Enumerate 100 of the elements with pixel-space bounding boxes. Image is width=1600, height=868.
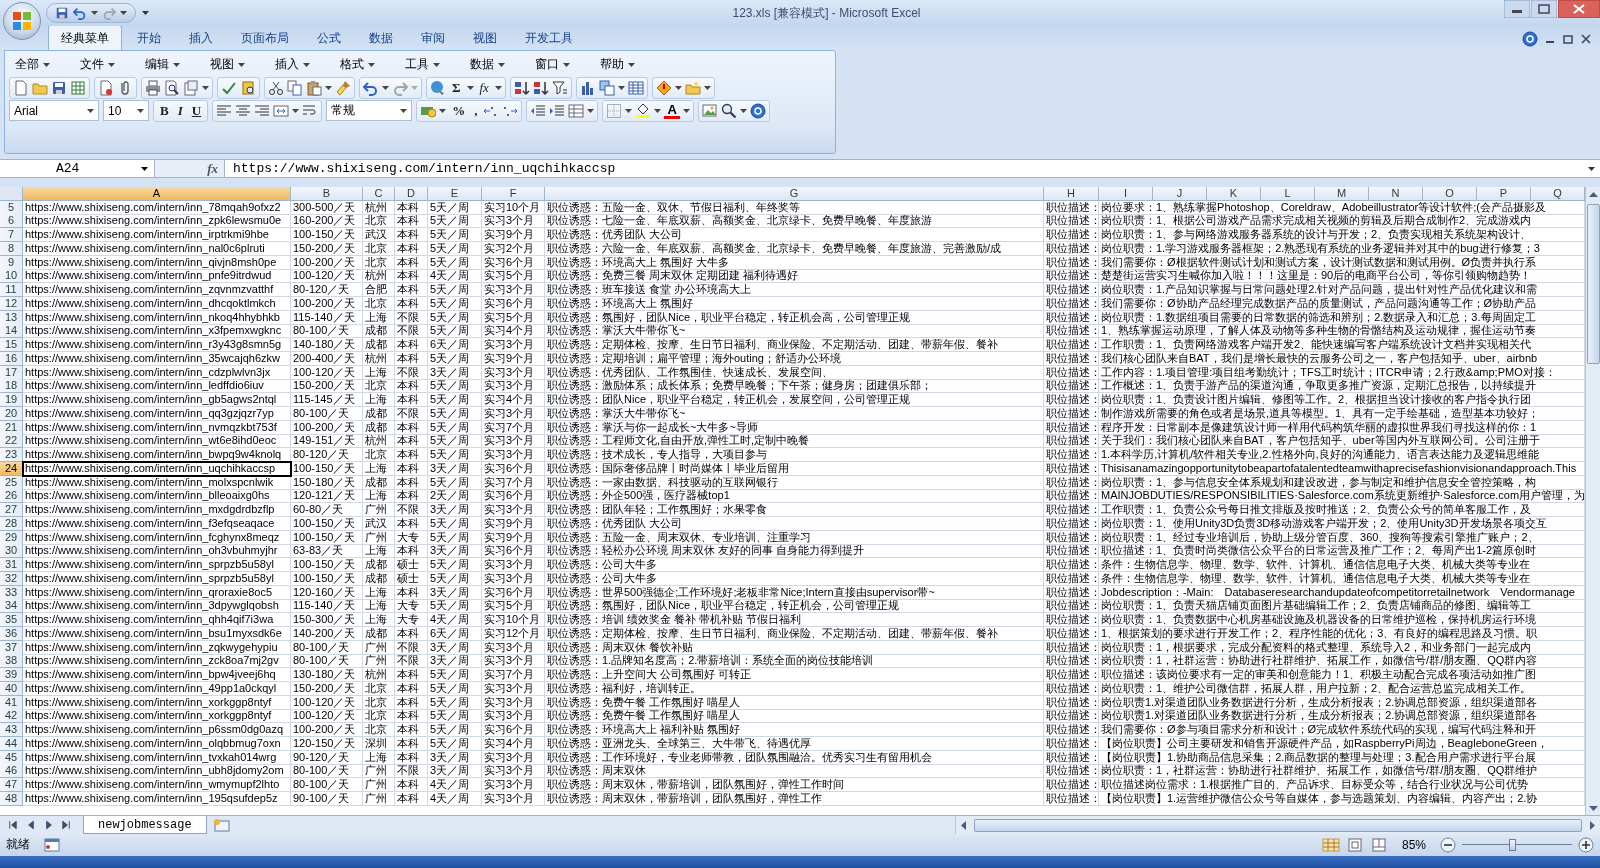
font-size-dropdown[interactable]: 10 — [103, 100, 149, 121]
table-cell[interactable]: 本科 — [395, 241, 428, 256]
table-cell[interactable]: 115-145／天 — [291, 393, 363, 408]
page-break-icon[interactable] — [1369, 838, 1388, 852]
table-cell[interactable]: 140-180／天 — [291, 338, 363, 353]
table-cell[interactable]: 职位诱惑：氛围好，团队Nice，职业平台稳定，转正机会，公司管理正规 — [545, 599, 1044, 614]
table-cell[interactable]: 5天／周 — [428, 228, 482, 243]
table-cell[interactable]: 不限 — [395, 764, 428, 779]
caret-icon[interactable] — [173, 62, 180, 67]
table-cell[interactable]: 实习3个月 — [482, 764, 545, 779]
table-cell[interactable]: 职位诱惑：技术成长，专人指导，大项目参与 — [545, 448, 1044, 463]
table-cell[interactable]: 职位诱惑：环境高大上 氛围好 大牛多 — [545, 255, 1044, 270]
table-cell[interactable]: 5天／周 — [428, 406, 482, 421]
table-cell[interactable]: 实习4个月 — [482, 324, 545, 339]
table-cell[interactable]: 职位诱惑：氛围好，团队Nice，职业平台稳定，转正机会高，公司管理正规 — [545, 310, 1044, 325]
table-cell[interactable]: 100-150／天 — [291, 516, 363, 531]
caret-icon[interactable] — [368, 62, 375, 67]
table-cell[interactable]: 实习3个月 — [482, 750, 545, 765]
table-cell[interactable]: 实习9个月 — [482, 351, 545, 366]
table-cell[interactable]: 岗位职责1.对渠道团队业务数据进行分析，生成分析报表；2.协调总部资源，组织渠道部各 — [1099, 709, 1585, 724]
font-color-button[interactable]: A — [664, 102, 680, 119]
table-cell[interactable]: 实习10个月 — [482, 200, 545, 215]
table-cell[interactable]: Jobdescription：-Main: Databaseresearchandupdateofcompetitorretailnetwork Vendormanage — [1099, 585, 1585, 600]
table-cell[interactable]: 工作概述：1、负责手游产品的渠道沟通，争取更多推广资源，定期汇总报告，以持续提升 — [1099, 379, 1585, 394]
table-cell[interactable]: 职位诱惑：公司大牛多 — [545, 571, 1044, 586]
table-cell[interactable]: 实习3个月 — [482, 448, 545, 463]
menu-item[interactable]: 数据 — [464, 54, 511, 75]
caret-icon[interactable] — [628, 62, 635, 67]
table-cell[interactable]: 职位诱惑：七险一金、年底双薪、高额奖金、北京绿卡、免费早晚餐、年度旅游 — [545, 214, 1044, 229]
table-cell[interactable]: 5天／周 — [428, 283, 482, 298]
table-cell[interactable]: 职位诱惑：周末双休 — [545, 764, 1044, 779]
table-cell[interactable]: 北京 — [363, 709, 395, 724]
table-cell[interactable]: 不限 — [395, 406, 428, 421]
table-cell[interactable]: 成都 — [363, 420, 395, 435]
table-cell[interactable]: 我们需要你：Ø协助产品经理完成数据产品的质量测试，产品问题沟通等工作；Ø协助产品 — [1099, 296, 1585, 311]
table-cell[interactable]: 工作内容：1.项目管理:项目组考勤统计；TFS工时统计；ITCR申请；2.行政&amp;PMO对接： — [1099, 365, 1585, 380]
ribbon-tab[interactable]: 开始 — [124, 25, 174, 50]
row-header[interactable]: 38 — [0, 654, 23, 669]
table-cell[interactable]: 150-200／天 — [291, 241, 363, 256]
ribbon-tab[interactable]: 公式 — [304, 25, 354, 50]
table-cell[interactable]: 5天／周 — [428, 241, 482, 256]
table-cell[interactable]: 实习9个月 — [482, 228, 545, 243]
table-cell[interactable]: 职位诱惑：优秀团队、工作氛围佳、快速成长、发展空间、 — [545, 365, 1044, 380]
table-cell[interactable]: 3天／周 — [428, 764, 482, 779]
table-cell[interactable]: 130-180／天 — [291, 668, 363, 683]
row-header[interactable]: 26 — [0, 489, 23, 504]
table-cell[interactable]: 5天／周 — [428, 434, 482, 449]
menu-item[interactable]: 窗口 — [529, 54, 576, 75]
table-cell[interactable]: 职位诱惑：五险一金、双休、节假日福利、年终奖等 — [545, 200, 1044, 215]
caret-icon[interactable] — [91, 11, 98, 15]
table-cell[interactable]: 5天／周 — [428, 255, 482, 270]
font-dropdown[interactable]: Arial — [9, 100, 99, 121]
merge-cells-icon[interactable] — [273, 102, 290, 119]
table-cell[interactable]: 工作职责：1、负责网络游戏客户端开发2、能快速编写客户端系统设计文档并实现相关代 — [1099, 338, 1585, 353]
table-cell[interactable]: 150-200／天 — [291, 681, 363, 696]
number-format-dropdown[interactable]: 常规 — [326, 100, 413, 121]
table-cell[interactable]: 不限 — [395, 654, 428, 669]
table-cell[interactable]: 工作职责：1、负责公众号每日推文排版及按时推送；2、负责公众号的简单客服工作，及 — [1099, 503, 1585, 518]
table-cell[interactable]: https://www.shixiseng.com/intern/inn_sprpzb5u58yl — [23, 558, 291, 573]
table-cell[interactable]: 不限 — [395, 310, 428, 325]
caret-icon[interactable] — [400, 108, 408, 113]
table-cell[interactable]: https://www.shixiseng.com/intern/inn_sprpzb5u58yl — [23, 571, 291, 586]
table-cell[interactable]: 职位诱惑：环境高大上 氛围好 — [545, 296, 1044, 311]
table-cell[interactable]: 上海 — [363, 489, 395, 504]
table-cell[interactable]: 上海 — [363, 585, 395, 600]
row-header[interactable]: 30 — [0, 544, 23, 559]
row-header[interactable]: 46 — [0, 764, 23, 779]
table-cell[interactable]: 实习3个月 — [482, 681, 545, 696]
restore-icon[interactable] — [1562, 33, 1574, 45]
table-cell[interactable]: 岗位职责：1、维护公司微信群，拓展人群，用户拉新；2、配合运营总监完成相关工作。 — [1099, 681, 1585, 696]
ribbon-tab[interactable]: 经典菜单 — [48, 25, 122, 50]
table-cell[interactable]: https://www.shixiseng.com/intern/inn_zck8oa7mj2gv — [23, 654, 291, 669]
table-cell[interactable]: 职位诱惑：工程师文化,自由开放,弹性工时,定制中晚餐 — [545, 434, 1044, 449]
table-cell[interactable]: 成都 — [363, 338, 395, 353]
table-cell[interactable]: 广州 — [363, 791, 395, 806]
table-cell[interactable]: 不限 — [395, 503, 428, 518]
minimize-icon[interactable] — [1504, 0, 1530, 18]
table-cell[interactable]: 100-200／天 — [291, 723, 363, 738]
table-cell[interactable]: 100-200／天 — [291, 255, 363, 270]
table-cell[interactable]: 3天／周 — [428, 544, 482, 559]
table-cell[interactable]: 上海 — [363, 365, 395, 380]
bold-button[interactable]: B — [157, 102, 172, 119]
table-cell[interactable]: 5天／周 — [428, 214, 482, 229]
table-cell[interactable]: https://www.shixiseng.com/intern/inn_wt6e8ihd0eoc — [23, 434, 291, 449]
caret-icon[interactable] — [382, 85, 389, 90]
percent-button[interactable]: % — [449, 102, 469, 119]
table-cell[interactable]: 实习9个月 — [482, 516, 545, 531]
table-cell[interactable]: 120-121／天 — [291, 489, 363, 504]
outdent-icon[interactable] — [530, 102, 547, 119]
table-cell[interactable]: 5天／周 — [428, 448, 482, 463]
table-cell[interactable]: https://www.shixiseng.com/intern/inn_fcghynx8meqz — [23, 530, 291, 545]
table-cell[interactable]: 本科 — [395, 296, 428, 311]
insert-cells-icon[interactable] — [568, 102, 585, 119]
column-header[interactable]: L — [1261, 186, 1315, 200]
table-cell[interactable]: 广州 — [363, 764, 395, 779]
table-cell[interactable]: 成都 — [363, 406, 395, 421]
table-cell[interactable]: 职位描述： — [1044, 654, 1099, 669]
table-cell[interactable]: 岗位职责：1，社群运营：协助进行社群维护、拓展工作，如微信号/群/朋友圈、QQ群维护 — [1099, 764, 1585, 779]
row-header[interactable]: 11 — [0, 283, 23, 298]
table-cell[interactable]: 150-200／天 — [291, 379, 363, 394]
